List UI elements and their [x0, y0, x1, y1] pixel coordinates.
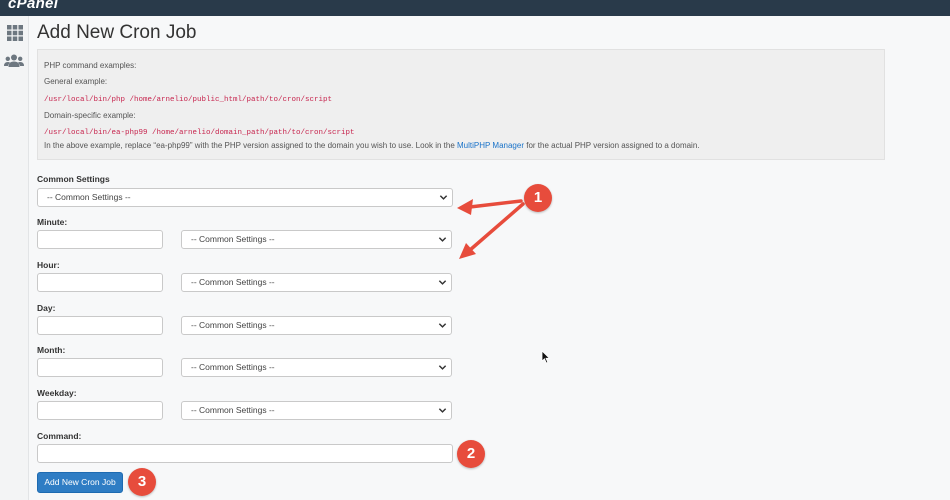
top-bar: cPanel: [0, 0, 950, 16]
info-note: In the above example, replace “ea-php99”…: [44, 141, 700, 150]
month-input[interactable]: [37, 358, 163, 377]
cpanel-logo[interactable]: cPanel: [8, 0, 58, 12]
chevron-down-icon: [438, 280, 447, 285]
day-select[interactable]: -- Common Settings --: [181, 316, 452, 335]
month-label: Month:: [37, 345, 66, 355]
chevron-down-icon: [439, 195, 448, 200]
domain-example-command: /usr/local/bin/ea-php99 /home/arnelio/do…: [44, 129, 355, 137]
multiphp-manager-link[interactable]: MultiPHP Manager: [457, 141, 524, 150]
chevron-down-icon: [438, 365, 447, 370]
php-examples-box: PHP command examples: General example: /…: [37, 49, 885, 160]
minute-input[interactable]: [37, 230, 163, 249]
info-heading: PHP command examples:: [44, 61, 137, 70]
command-input[interactable]: [37, 444, 453, 463]
page-title: Add New Cron Job: [37, 22, 197, 43]
mouse-cursor-icon: [541, 350, 551, 364]
annotation-badge-1: 1: [524, 184, 552, 212]
hour-label: Hour:: [37, 260, 60, 270]
general-example-command: /usr/local/bin/php /home/arnelio/public_…: [44, 96, 333, 104]
chevron-down-icon: [438, 408, 447, 413]
hour-select[interactable]: -- Common Settings --: [181, 273, 452, 292]
domain-example-label: Domain-specific example:: [44, 111, 136, 120]
sidebar: [0, 16, 29, 500]
weekday-input[interactable]: [37, 401, 163, 420]
grid-icon[interactable]: [6, 24, 24, 42]
chevron-down-icon: [438, 237, 447, 242]
minute-label: Minute:: [37, 217, 68, 227]
annotation-badge-3: 3: [128, 468, 156, 496]
common-settings-select[interactable]: -- Common Settings --: [37, 188, 453, 207]
main-content: Add New Cron Job PHP command examples: G…: [29, 16, 950, 500]
month-select[interactable]: -- Common Settings --: [181, 358, 452, 377]
hour-input[interactable]: [37, 273, 163, 292]
common-settings-label: Common Settings: [37, 174, 110, 184]
weekday-select[interactable]: -- Common Settings --: [181, 401, 452, 420]
command-label: Command:: [37, 431, 82, 441]
users-icon[interactable]: [4, 52, 24, 70]
minute-select[interactable]: -- Common Settings --: [181, 230, 452, 249]
weekday-label: Weekday:: [37, 388, 77, 398]
chevron-down-icon: [438, 323, 447, 328]
general-example-label: General example:: [44, 77, 108, 86]
annotation-badge-2: 2: [457, 440, 485, 468]
add-new-cron-job-button[interactable]: Add New Cron Job: [37, 472, 123, 493]
day-label: Day:: [37, 303, 56, 313]
day-input[interactable]: [37, 316, 163, 335]
